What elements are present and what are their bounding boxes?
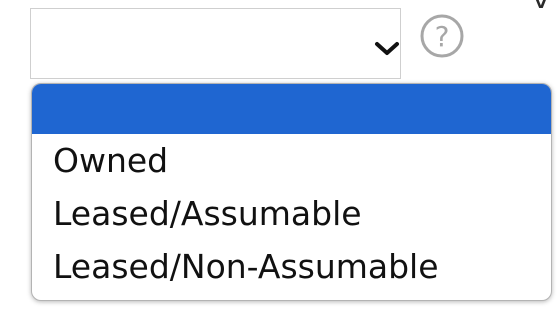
ownership-dropdown-list: Owned Leased/Assumable Leased/Non-Assuma… <box>31 83 552 301</box>
option-empty[interactable] <box>32 84 551 134</box>
label-fragment: y <box>532 0 552 8</box>
help-icon[interactable]: ? <box>418 12 466 60</box>
option-owned[interactable]: Owned <box>32 134 551 187</box>
option-leased-assumable[interactable]: Leased/Assumable <box>32 187 551 240</box>
ownership-select[interactable] <box>30 8 401 79</box>
help-icon-glyph: ? <box>435 20 450 53</box>
option-leased-non-assumable[interactable]: Leased/Non-Assumable <box>32 240 551 293</box>
chevron-down-icon <box>375 42 399 55</box>
